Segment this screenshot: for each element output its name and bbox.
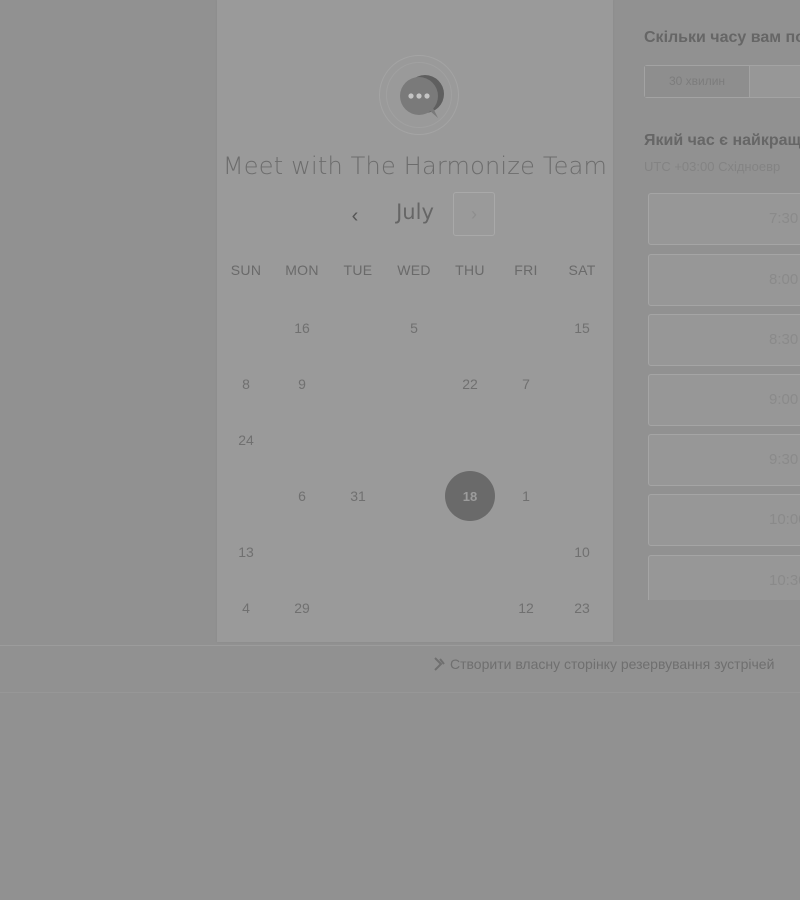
- calendar-day[interactable]: 23: [554, 580, 610, 636]
- time-slot[interactable]: 8:00: [648, 254, 800, 306]
- calendar-day[interactable]: 31: [330, 468, 386, 524]
- calendar-day[interactable]: 15: [554, 300, 610, 356]
- prev-month-button[interactable]: ‹: [335, 196, 375, 236]
- calendar-day[interactable]: 8: [218, 356, 274, 412]
- weekday-label: SUN: [230, 262, 262, 278]
- calendar-day[interactable]: 29: [274, 580, 330, 636]
- calendar-day[interactable]: 13: [218, 524, 274, 580]
- calendar-day[interactable]: 16: [274, 300, 330, 356]
- time-selection-panel: Скільки часу вам по 30 хвилин 1 г Який ч…: [613, 0, 800, 642]
- chevron-left-icon: ‹: [351, 204, 359, 227]
- hubspot-sprocket-icon: [434, 657, 445, 671]
- weekday-label: TUE: [343, 262, 373, 278]
- calendar-day[interactable]: 10: [554, 524, 610, 580]
- weekday-label: SAT: [568, 262, 596, 278]
- time-slot[interactable]: 8:30: [648, 314, 800, 366]
- page-seam: [0, 645, 800, 646]
- chat-bubble-icon: [400, 75, 444, 118]
- next-month-button[interactable]: ›: [453, 192, 495, 236]
- time-slot-list: 7:30 8:00 8:30 9:00 9:30 10:00 10:30: [613, 0, 800, 600]
- calendar-day[interactable]: 9: [274, 356, 330, 412]
- avatar: [379, 55, 459, 135]
- time-slot[interactable]: 10:30: [648, 555, 800, 600]
- time-slot[interactable]: 9:00: [648, 374, 800, 426]
- calendar-day[interactable]: 7: [498, 356, 554, 412]
- create-booking-page-link[interactable]: Створити власну сторінку резервування зу…: [433, 656, 774, 672]
- month-label: July: [396, 200, 434, 224]
- create-booking-page-text: Створити власну сторінку резервування зу…: [450, 656, 775, 672]
- calendar-card: Meet with The Harmonize Team ‹ July › SU…: [217, 0, 613, 642]
- time-slot[interactable]: 7:30: [648, 193, 800, 245]
- weekday-label: FRI: [514, 262, 538, 278]
- weekday-label: THU: [455, 262, 485, 278]
- calendar-grid: 16 5 15 8 9 22 7 24 6 31 18 1 13 10 4 29…: [218, 300, 610, 636]
- calendar-day[interactable]: 12: [498, 580, 554, 636]
- weekday-label: MON: [285, 262, 319, 278]
- time-slot[interactable]: 10:00: [648, 494, 800, 546]
- weekday-label: WED: [397, 262, 431, 278]
- calendar-day[interactable]: 24: [218, 412, 274, 468]
- time-slot[interactable]: 9:30: [648, 434, 800, 486]
- weekday-header: SUN MON TUE WED THU FRI SAT: [218, 262, 610, 282]
- calendar-day[interactable]: 6: [274, 468, 330, 524]
- chevron-right-icon: ›: [471, 203, 477, 224]
- calendar-day-selected[interactable]: 18: [442, 468, 498, 524]
- calendar-day[interactable]: 5: [386, 300, 442, 356]
- page-title: Meet with The Harmonize Team: [222, 152, 608, 180]
- calendar-day[interactable]: 4: [218, 580, 274, 636]
- page-seam: [0, 692, 800, 693]
- calendar-day[interactable]: 22: [442, 356, 498, 412]
- calendar-day[interactable]: 1: [498, 468, 554, 524]
